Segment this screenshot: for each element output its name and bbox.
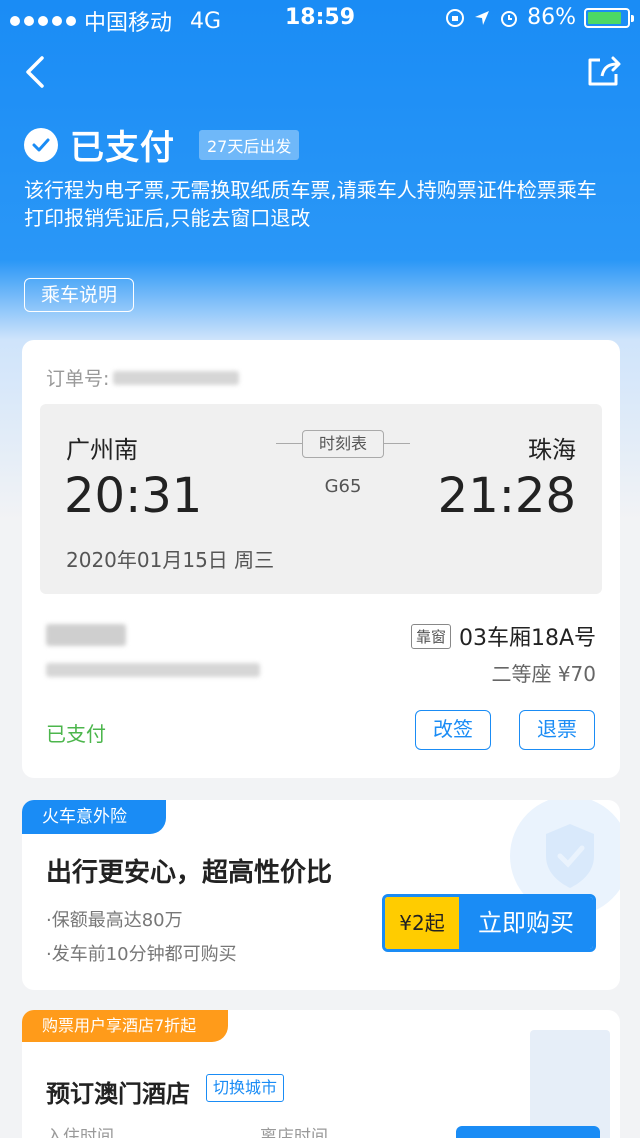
notice-line-2: 打印报销凭证后,只能去窗口退改 [24, 206, 311, 230]
status-bar: 中国移动 4G 18:59 86% [0, 0, 640, 36]
notice-line-1: 该行程为电子票,无需换取纸质车票,请乘车人持购票证件检票乘车 [24, 178, 597, 202]
order-number-redacted [113, 370, 240, 385]
ride-instructions-button[interactable]: 乘车说明 [24, 278, 135, 312]
ticket-card: 订单号: 广州南 珠海 时刻表 20:31 G65 21:28 2020年01月… [22, 340, 620, 778]
insurance-point-2: ·发车前10分钟都可购买 [46, 944, 237, 965]
hotel-title: 预订澳门酒店 [46, 1080, 190, 1108]
switch-city-button[interactable]: 切换城市 [206, 1074, 285, 1102]
insurance-price: ¥2起 [385, 897, 459, 949]
order-status: 已支付 [46, 722, 106, 746]
arrival-station: 珠海 [528, 436, 576, 464]
hotel-building-image [530, 1030, 610, 1138]
change-ticket-button[interactable]: 改签 [415, 710, 491, 750]
share-icon [588, 56, 621, 86]
chevron-left-icon [26, 56, 44, 88]
travel-date: 2020年01月15日 周三 [66, 548, 275, 572]
insurance-point-1: ·保额最高达80万 [46, 910, 183, 931]
rotation-lock-icon [446, 8, 465, 27]
seat-row: 靠窗 03车厢18A号 [410, 620, 596, 652]
order-number-label: 订单号: [46, 368, 110, 390]
insurance-title: 出行更安心，超高性价比 [46, 858, 333, 888]
location-icon [475, 10, 490, 25]
back-button[interactable] [18, 52, 58, 92]
train-number: G65 [324, 476, 362, 497]
insurance-card[interactable]: 火车意外险 出行更安心，超高性价比 ·保额最高达80万 ·发车前10分钟都可购买… [22, 800, 620, 990]
hotel-search-button[interactable] [456, 1126, 600, 1138]
check-circle-icon [24, 127, 58, 162]
hotel-card: 购票用户享酒店7折起 预订澳门酒店 切换城市 入住时间 离店时间 [22, 1010, 620, 1138]
train-info-box: 广州南 珠海 时刻表 20:31 G65 21:28 2020年01月15日 周… [40, 404, 602, 594]
alarm-icon [501, 10, 518, 27]
insurance-tag: 火车意外险 [22, 800, 166, 834]
passenger-id-redacted [46, 662, 260, 681]
ticket-notice: 该行程为电子票,无需换取纸质车票,请乘车人持购票证件检票乘车 打印报销凭证后,只… [24, 176, 620, 232]
paid-status-row: 已支付 27天后出发 [24, 120, 300, 169]
refund-ticket-button[interactable]: 退票 [519, 710, 595, 750]
window-seat-tag: 靠窗 [410, 623, 451, 649]
battery-icon [584, 7, 634, 28]
paid-title: 已支付 [70, 128, 175, 168]
status-right: 86% [445, 5, 634, 30]
departure-time: 20:31 [64, 468, 203, 524]
schedule-button[interactable]: 时刻表 [302, 430, 384, 458]
departure-station: 广州南 [66, 436, 138, 464]
passenger-name-redacted [46, 624, 126, 650]
share-button[interactable] [582, 52, 626, 92]
seat-number: 03车厢18A号 [458, 626, 596, 651]
hotel-promo-tag: 购票用户享酒店7折起 [22, 1010, 228, 1042]
checkin-label: 入住时间 [46, 1127, 114, 1138]
insurance-buy-label: 立即购买 [459, 897, 593, 949]
checkout-label: 离店时间 [260, 1127, 328, 1138]
order-number-row: 订单号: [46, 364, 240, 391]
arrival-time: 21:28 [437, 468, 576, 524]
battery-percent: 86% [527, 5, 576, 30]
seat-class-price: 二等座 ¥70 [491, 662, 596, 686]
schedule-wrap: 时刻表 [276, 430, 410, 458]
depart-countdown-badge: 27天后出发 [199, 129, 300, 160]
insurance-buy-button[interactable]: ¥2起 立即购买 [382, 894, 596, 952]
